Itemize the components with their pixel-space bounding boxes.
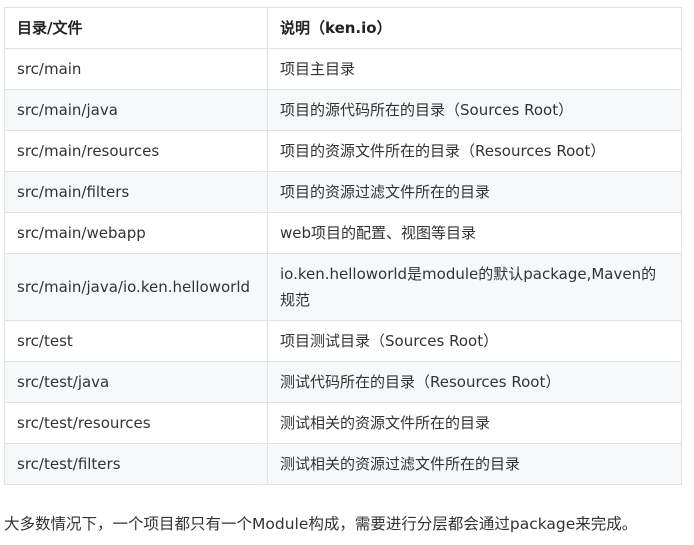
table-row: src/main/webapp web项目的配置、视图等目录 (4, 212, 682, 254)
cell-path: src/test/filters (4, 443, 268, 485)
page: 目录/文件 说明（ken.io） src/main 项目主目录 src/main… (0, 0, 694, 545)
cell-path: src/main (4, 48, 268, 90)
cell-path: src/main/filters (4, 171, 268, 213)
cell-path: src/test (4, 320, 268, 362)
directory-table: 目录/文件 说明（ken.io） src/main 项目主目录 src/main… (4, 7, 682, 485)
table-row: src/test/filters 测试相关的资源过滤文件所在的目录 (4, 443, 682, 485)
cell-path: src/test/resources (4, 402, 268, 444)
table-row: src/main/resources 项目的资源文件所在的目录（Resource… (4, 130, 682, 172)
cell-description: 项目主目录 (267, 48, 682, 90)
cell-description: 项目测试目录（Sources Root） (267, 320, 682, 362)
header-description: 说明（ken.io） (267, 7, 682, 49)
table-row: src/main 项目主目录 (4, 48, 682, 90)
cell-path: src/main/java/io.ken.helloworld (4, 253, 268, 321)
cell-description: 项目的资源过滤文件所在的目录 (267, 171, 682, 213)
table-header-row: 目录/文件 说明（ken.io） (4, 7, 682, 49)
cell-description: 测试相关的资源文件所在的目录 (267, 402, 682, 444)
cell-description: 测试代码所在的目录（Resources Root） (267, 361, 682, 403)
cell-description: 测试相关的资源过滤文件所在的目录 (267, 443, 682, 485)
table-row: src/main/java/io.ken.helloworld io.ken.h… (4, 253, 682, 321)
header-directory: 目录/文件 (4, 7, 268, 49)
cell-description: 项目的源代码所在的目录（Sources Root） (267, 89, 682, 131)
table-row: src/test/resources 测试相关的资源文件所在的目录 (4, 402, 682, 444)
cell-description: web项目的配置、视图等目录 (267, 212, 682, 254)
cell-path: src/main/webapp (4, 212, 268, 254)
table-row: src/test 项目测试目录（Sources Root） (4, 320, 682, 362)
body-paragraph: 大多数情况下，一个项目都只有一个Module构成，需要进行分层都会通过packa… (4, 515, 638, 533)
cell-path: src/test/java (4, 361, 268, 403)
cell-description: 项目的资源文件所在的目录（Resources Root） (267, 130, 682, 172)
cell-path: src/main/resources (4, 130, 268, 172)
cell-description: io.ken.helloworld是module的默认package,Maven… (267, 253, 682, 321)
table-row: src/test/java 测试代码所在的目录（Resources Root） (4, 361, 682, 403)
table-row: src/main/filters 项目的资源过滤文件所在的目录 (4, 171, 682, 213)
table-row: src/main/java 项目的源代码所在的目录（Sources Root） (4, 89, 682, 131)
cell-path: src/main/java (4, 89, 268, 131)
